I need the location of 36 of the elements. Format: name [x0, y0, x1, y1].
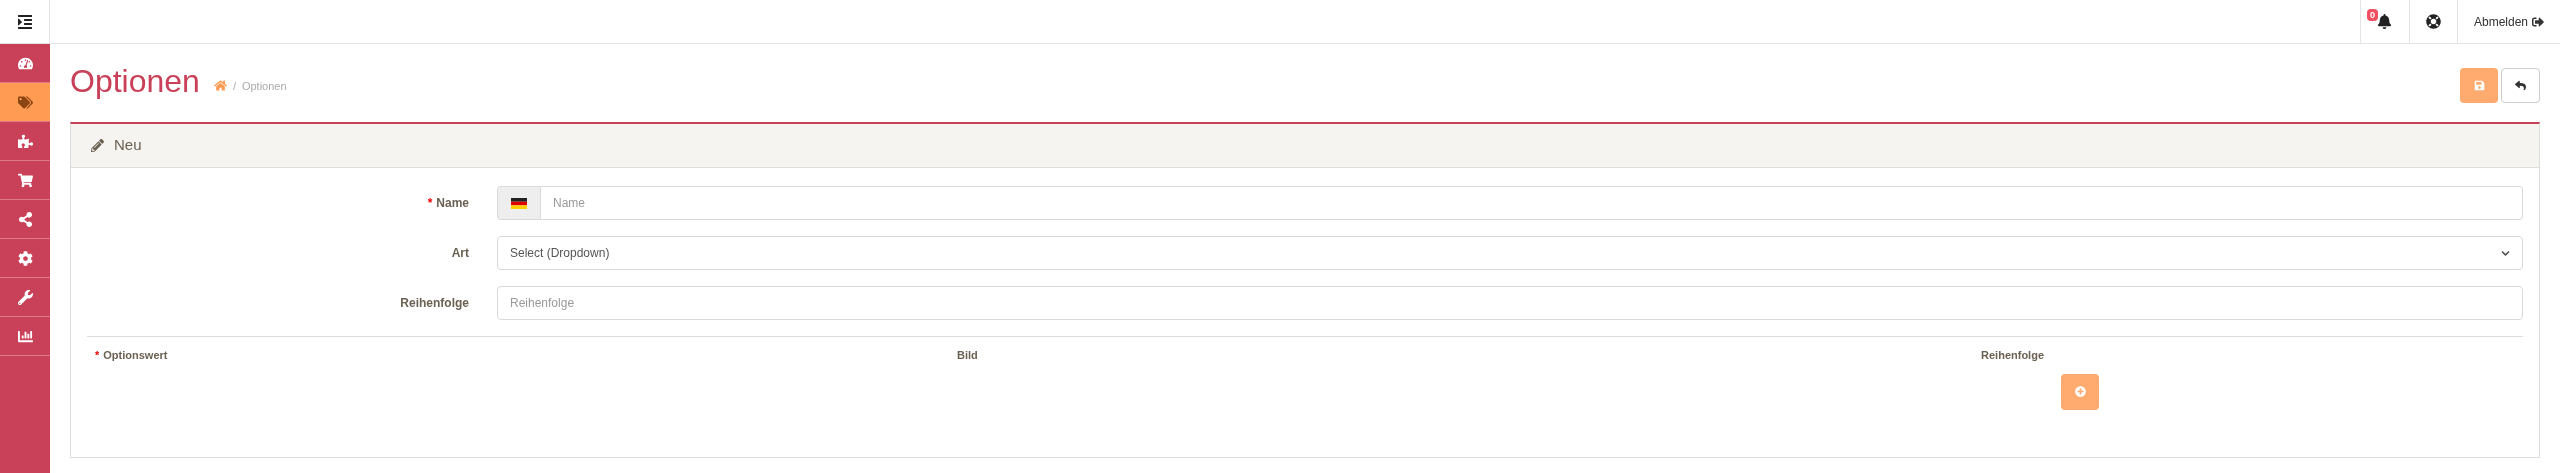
logout-button[interactable]: Abmelden	[2456, 0, 2560, 43]
column-header: Bild	[957, 348, 978, 363]
breadcrumb-separator: /	[232, 78, 236, 94]
lifebuoy-icon	[2425, 14, 2441, 29]
settings-icon	[17, 250, 33, 266]
bell-icon	[2377, 14, 2393, 29]
column-header: Reihenfolge	[1981, 348, 2044, 363]
wrench-icon	[17, 289, 33, 305]
sidebar-item[interactable]	[0, 83, 50, 122]
sidebar-toggle[interactable]	[0, 0, 50, 44]
dashboard-icon	[17, 55, 33, 71]
bar-chart-icon	[17, 328, 33, 344]
save-icon	[2473, 79, 2485, 91]
required-mark: *	[95, 348, 100, 363]
sign-out-icon	[2532, 15, 2544, 28]
cart-icon	[17, 172, 33, 188]
column-header: Optionswert	[103, 348, 168, 363]
tags-icon	[17, 94, 33, 110]
notification-badge: 0	[2366, 9, 2378, 21]
page-title: Optionen	[70, 65, 200, 97]
pencil-icon	[91, 139, 104, 152]
field-label: Name	[436, 195, 469, 212]
german-flag-icon	[511, 197, 527, 209]
field-label: Reihenfolge	[400, 295, 469, 312]
back-button[interactable]	[2501, 67, 2540, 103]
puzzle-icon	[17, 133, 33, 149]
reply-icon	[2515, 79, 2526, 91]
required-mark: *	[427, 195, 433, 212]
type-select[interactable]: Select (Dropdown)	[497, 236, 2523, 270]
card-title: Neu	[114, 135, 142, 156]
chevron-down-icon	[2501, 248, 2510, 258]
sort-order-field[interactable]: Reihenfolge	[497, 286, 2523, 320]
field-label: Art	[451, 245, 469, 262]
name-field[interactable]: Name	[541, 186, 2523, 220]
share-icon	[17, 211, 33, 227]
menu-icon	[16, 13, 33, 30]
